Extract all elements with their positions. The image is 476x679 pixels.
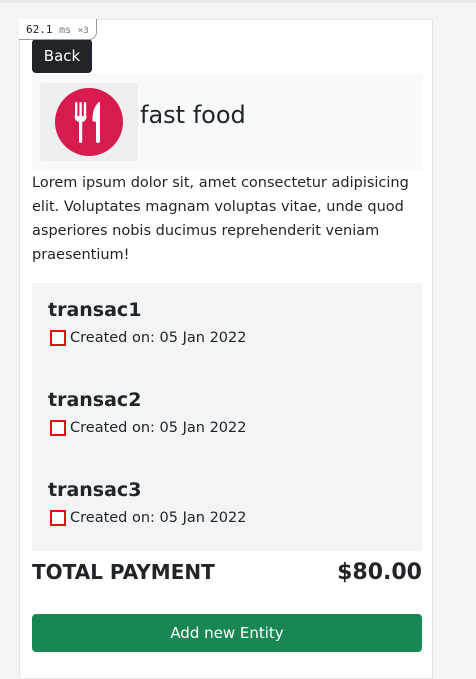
total-label: TOTAL PAYMENT (32, 560, 215, 584)
list-item: transac1 Created on: 05 Jan 2022 (48, 299, 246, 346)
back-button[interactable]: Back (32, 39, 92, 73)
list-item: transac3 Created on: 05 Jan 2022 (48, 479, 246, 526)
add-entity-button[interactable]: Add new Entity (32, 614, 422, 652)
transaction-name: transac3 (48, 479, 142, 501)
transaction-checkbox[interactable] (50, 330, 66, 346)
perf-timing-badge: 62.1 ms ×3 (19, 19, 97, 40)
entity-card: Back fast food Lorem ipsum dolor sit, am… (19, 19, 433, 679)
transaction-name: transac1 (48, 299, 142, 321)
transaction-created-date: Created on: 05 Jan 2022 (70, 510, 247, 526)
list-item: transac2 Created on: 05 Jan 2022 (48, 389, 246, 436)
perf-unit: ms (59, 25, 72, 36)
window-top-strip (0, 0, 476, 3)
transaction-created-date: Created on: 05 Jan 2022 (70, 420, 247, 436)
logo-container (40, 83, 138, 161)
total-payment-row: TOTAL PAYMENT $80.00 (32, 560, 422, 585)
entity-title: fast food (140, 101, 246, 129)
entity-header: fast food (32, 74, 422, 170)
perf-multiplier: ×3 (77, 26, 89, 36)
transaction-created-date: Created on: 05 Jan 2022 (70, 330, 247, 346)
transaction-list: transac1 Created on: 05 Jan 2022 transac… (32, 283, 422, 551)
transaction-name: transac2 (48, 389, 142, 411)
perf-value: 62.1 (26, 23, 53, 36)
entity-description: Lorem ipsum dolor sit, amet consectetur … (32, 175, 409, 263)
transaction-checkbox[interactable] (50, 510, 66, 526)
transaction-checkbox[interactable] (50, 420, 66, 436)
total-amount: $80.00 (337, 560, 422, 585)
fork-knife-icon (55, 88, 123, 156)
